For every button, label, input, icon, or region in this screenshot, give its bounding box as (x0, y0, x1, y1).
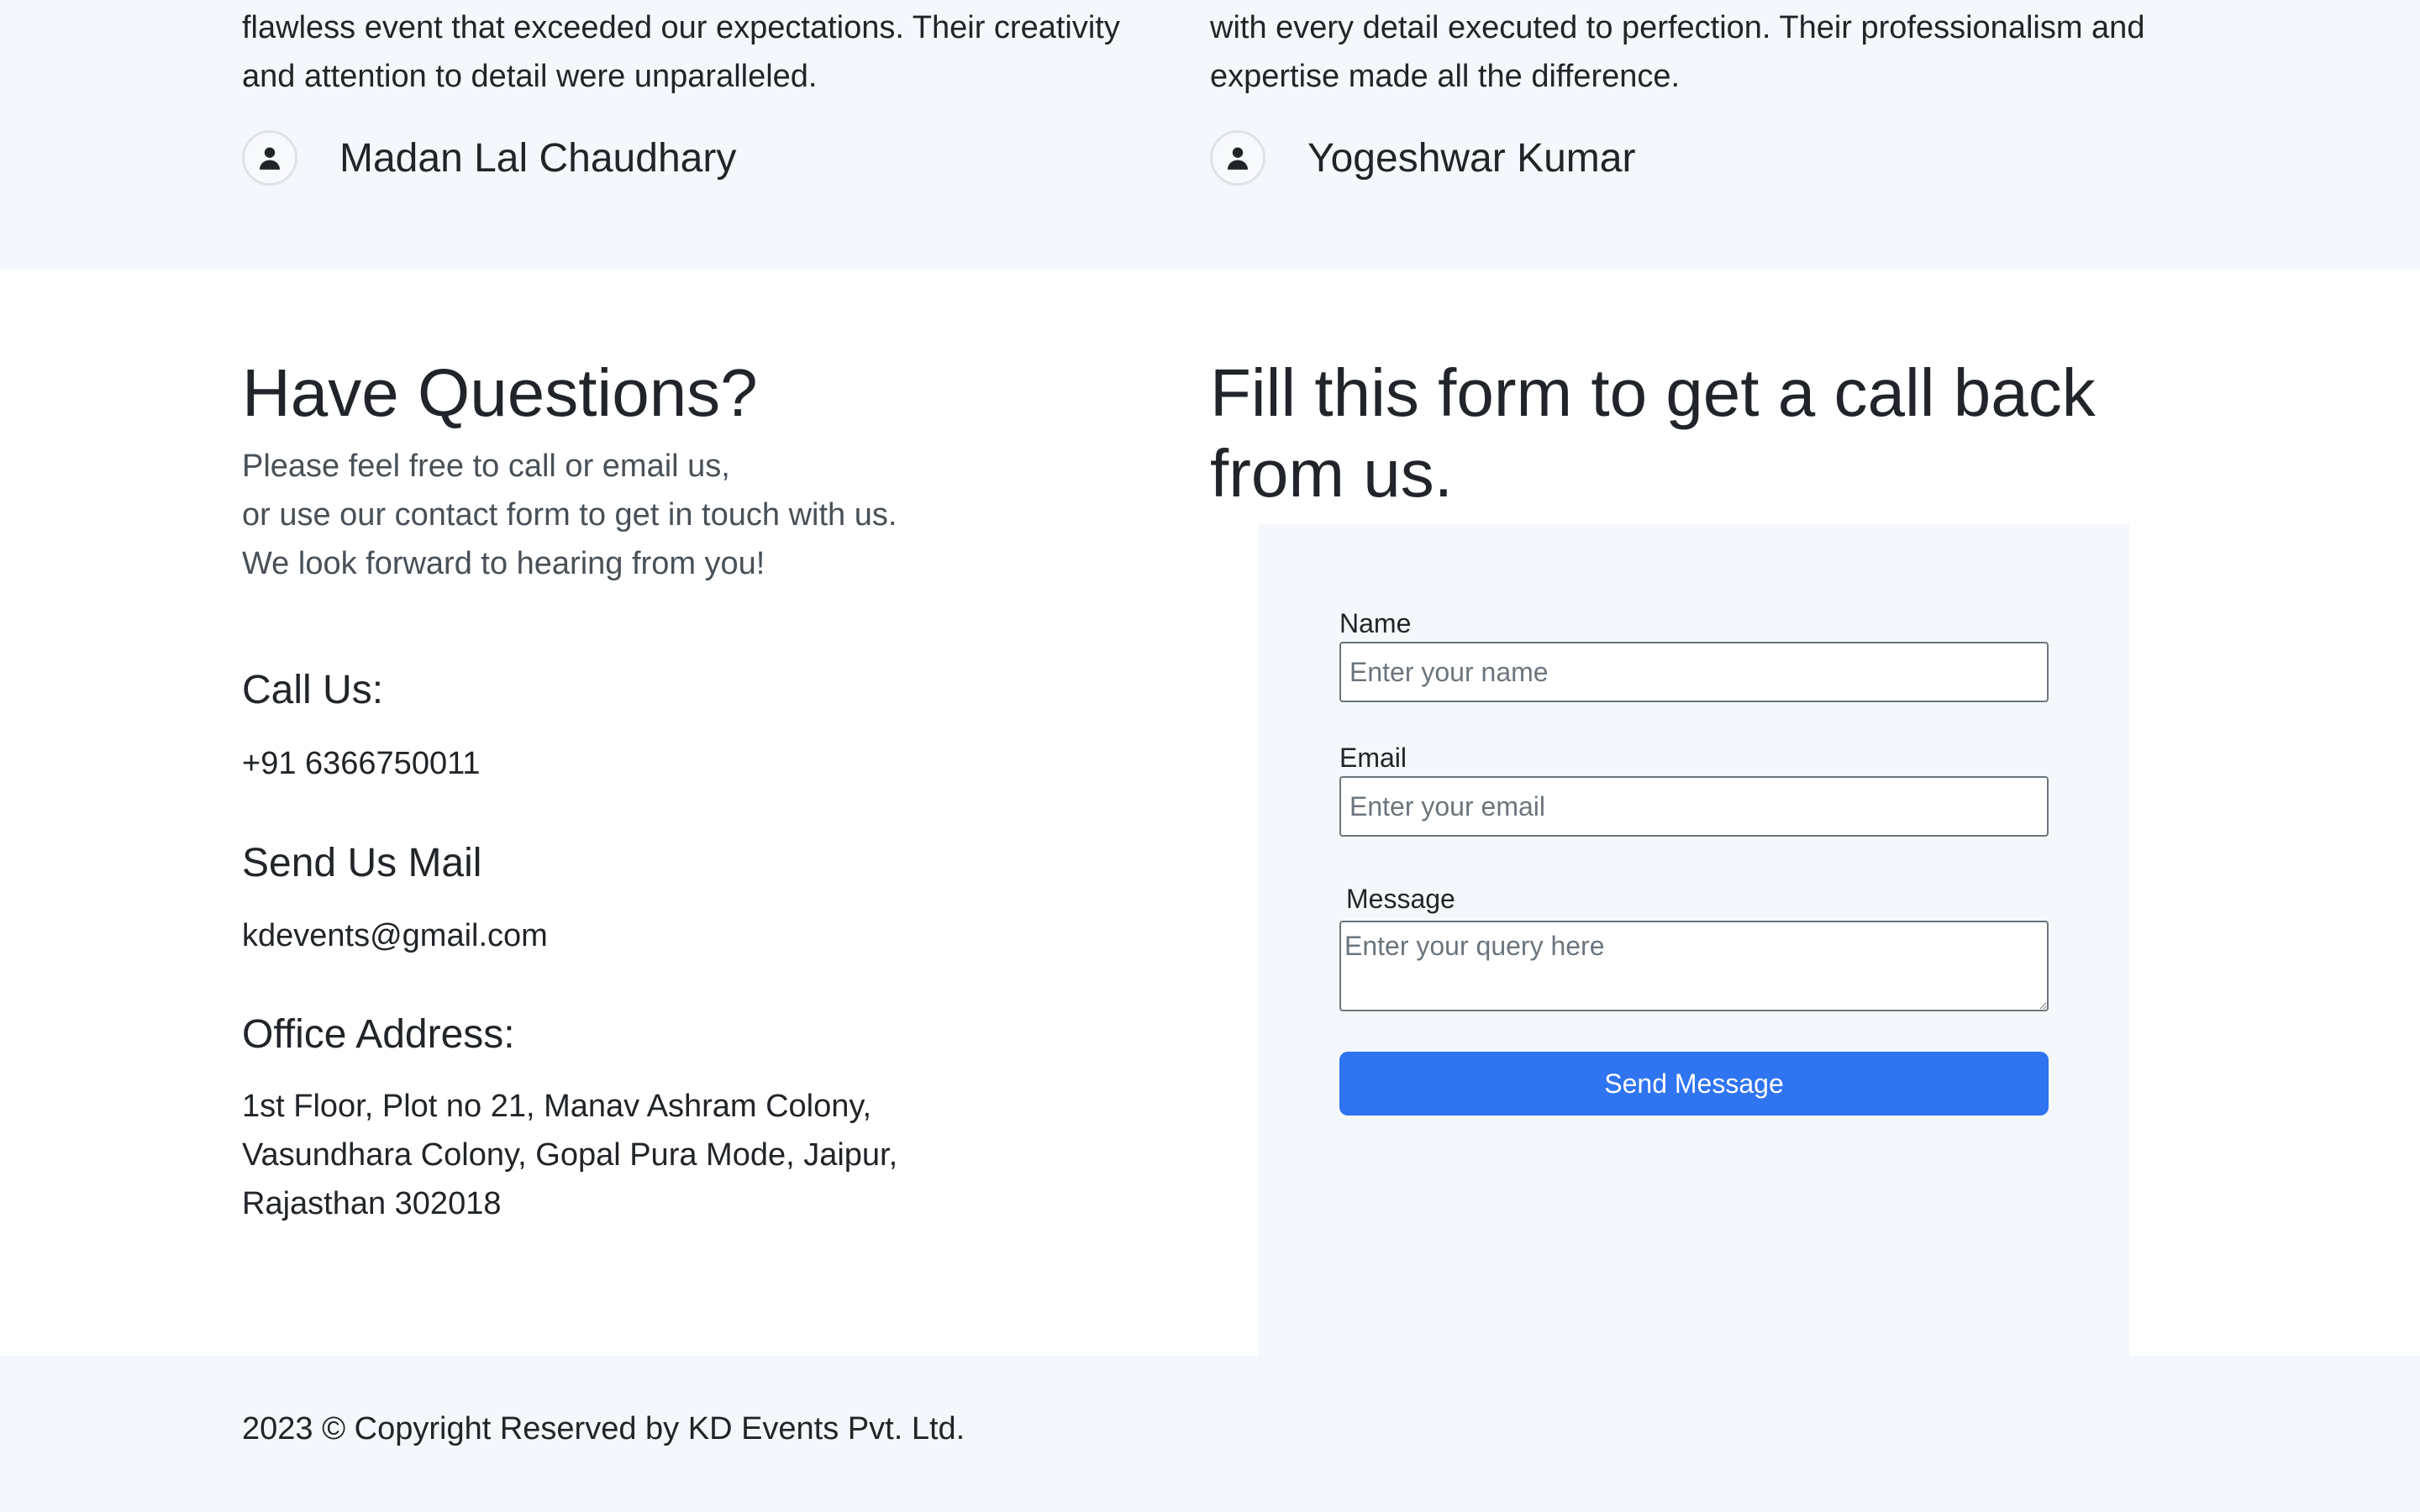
user-icon (242, 130, 297, 186)
form-heading: Fill this form to get a call back from u… (1210, 353, 2218, 514)
phone-number: +91 6366750011 (242, 746, 481, 781)
form-heading-line: from us. (1210, 436, 1453, 511)
email-label: Email (1339, 743, 1407, 773)
contact-section: Have Questions? Please feel free to call… (0, 269, 2420, 1356)
office-address-heading: Office Address: (242, 1012, 515, 1057)
testimonial-quote: with every detail executed to perfection… (1210, 3, 2151, 101)
copyright-text: 2023 © Copyright Reserved by KD Events P… (242, 1411, 965, 1446)
email-input[interactable] (1339, 776, 2049, 837)
contact-intro-line: or use our contact form to get in touch … (242, 497, 897, 533)
message-label: Message (1346, 884, 1455, 914)
office-address-line: Rajasthan 302018 (242, 1186, 502, 1221)
send-mail-heading: Send Us Mail (242, 841, 482, 885)
name-label: Name (1339, 608, 1412, 638)
testimonial-author-name: Yogeshwar Kumar (1307, 135, 1636, 181)
testimonial-author: Madan Lal Chaudhary (242, 126, 736, 190)
testimonials-section: flawless event that exceeded our expecta… (0, 0, 2420, 269)
message-textarea[interactable] (1339, 921, 2049, 1011)
office-address-line: 1st Floor, Plot no 21, Manav Ashram Colo… (242, 1089, 872, 1124)
contact-form: Name Email Message Send Message (1259, 524, 2129, 1356)
form-heading-line: Fill this form to get a call back (1210, 355, 2096, 430)
testimonial-quote: flawless event that exceeded our expecta… (242, 3, 1183, 101)
call-us-heading: Call Us: (242, 668, 384, 712)
name-input[interactable] (1339, 642, 2049, 702)
testimonial-author: Yogeshwar Kumar (1210, 126, 1635, 190)
contact-intro-line: We look forward to hearing from you! (242, 546, 765, 581)
user-icon (1210, 130, 1265, 186)
testimonial-author-name: Madan Lal Chaudhary (339, 135, 737, 181)
testimonial-quote-line: expertise made all the difference. (1210, 59, 1681, 94)
questions-heading: Have Questions? (242, 355, 758, 430)
testimonial-quote-line: flawless event that exceeded our expecta… (242, 10, 1120, 45)
footer: 2023 © Copyright Reserved by KD Events P… (0, 1356, 2420, 1512)
testimonial-quote-line: and attention to detail were unparallele… (242, 59, 818, 94)
email-address: kdevents@gmail.com (242, 918, 548, 953)
contact-intro: Please feel free to call or email us, or… (242, 442, 897, 588)
office-address: 1st Floor, Plot no 21, Manav Ashram Colo… (242, 1082, 897, 1228)
testimonial-quote-line: with every detail executed to perfection… (1210, 10, 2145, 45)
contact-intro-line: Please feel free to call or email us, (242, 449, 730, 484)
send-message-button[interactable]: Send Message (1339, 1052, 2049, 1116)
office-address-line: Vasundhara Colony, Gopal Pura Mode, Jaip… (242, 1137, 898, 1173)
